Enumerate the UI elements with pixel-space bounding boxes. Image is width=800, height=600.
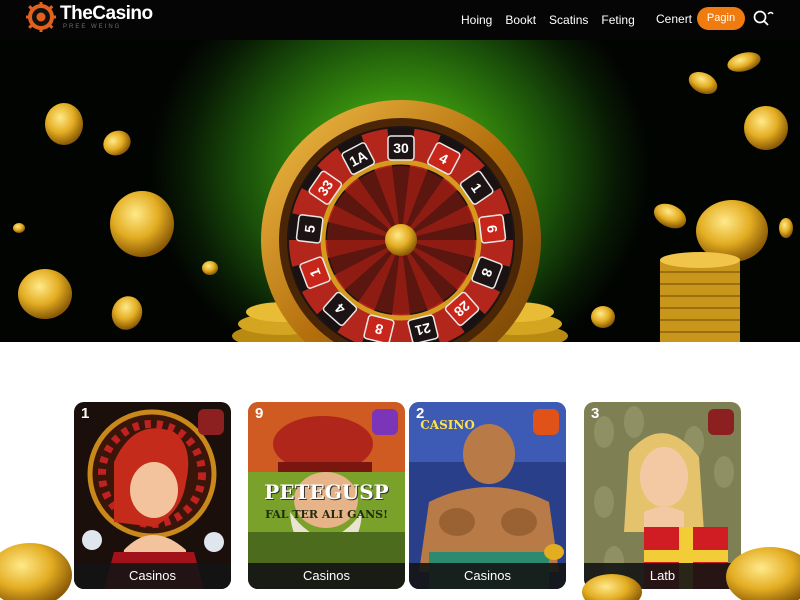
- footer-coins: [0, 543, 800, 600]
- top-navigation-bar: TheCasino PREE WEING Hoing Bookt Scatins…: [0, 0, 800, 40]
- wheel-number: 5: [295, 214, 324, 244]
- hero-artwork: 30416828218415331A: [13, 52, 793, 342]
- game-art-title: CASINO: [420, 418, 475, 432]
- badge-icon: [198, 409, 224, 435]
- nav-item-scatins[interactable]: Scatins: [549, 13, 588, 27]
- coin-tower: [660, 252, 740, 342]
- login-button[interactable]: Pagin: [697, 7, 745, 30]
- hero-banner: 30 4 1 6 8 28 21 8 4 1 5 33 1A: [0, 40, 800, 342]
- game-art-title: PETEGUSP: [264, 480, 389, 504]
- nav-item-feting[interactable]: Feting: [601, 13, 634, 27]
- wheel-number: 6: [478, 214, 507, 244]
- nav-item-bookt[interactable]: Bookt: [505, 13, 536, 27]
- featured-games-section: 1 Casinos 9 PETEGUSP FAL TER ALI GANS! C…: [0, 342, 800, 600]
- wheel-number: 30: [387, 135, 415, 161]
- card-number: 3: [591, 405, 600, 422]
- card-number: 1: [81, 405, 90, 422]
- brand-logo[interactable]: TheCasino PREE WEING: [26, 2, 153, 32]
- brand-name: TheCasino: [60, 3, 153, 24]
- badge-icon: [533, 409, 559, 435]
- nav-item-hoing[interactable]: Hoing: [461, 13, 492, 27]
- main-nav: Hoing Bookt Scatins Feting: [461, 0, 635, 40]
- casino-homepage: TheCasino PREE WEING Hoing Bookt Scatins…: [0, 0, 800, 600]
- brand-tagline: PREE WEING: [63, 24, 122, 30]
- search-icon[interactable]: [752, 9, 774, 29]
- game-art-subtitle: FAL TER ALI GANS!: [265, 508, 388, 521]
- logo-chip-icon: [26, 2, 56, 32]
- badge-icon: [372, 409, 398, 435]
- svg-text:30: 30: [393, 140, 409, 156]
- card-number: 9: [255, 405, 264, 422]
- badge-icon: [708, 409, 734, 435]
- connect-link[interactable]: Cenert: [656, 0, 692, 40]
- casino-wheel-icon: 30416828218415331A: [261, 100, 541, 342]
